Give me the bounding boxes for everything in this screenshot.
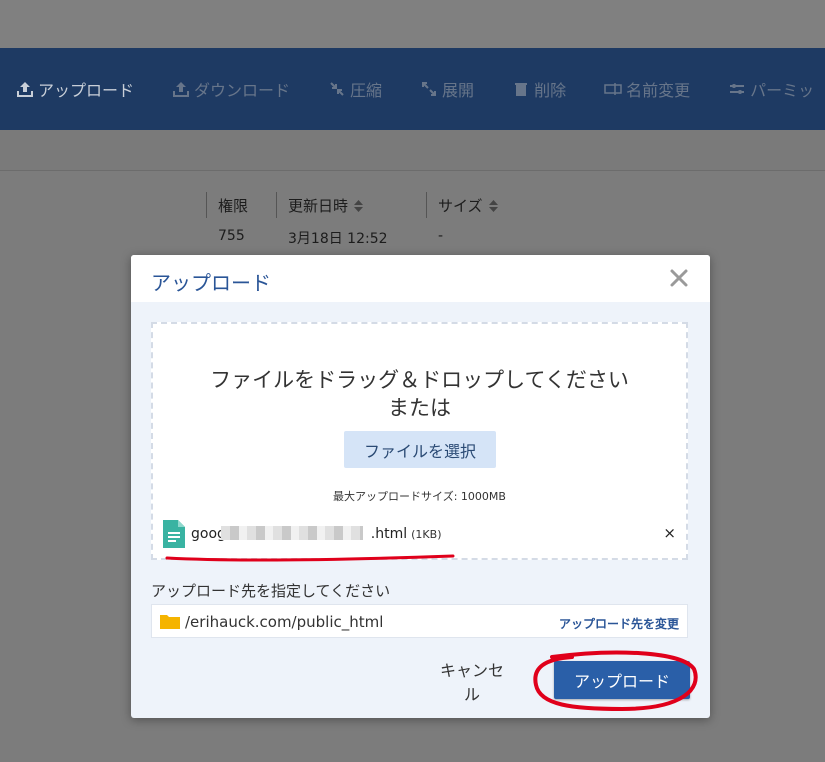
sort-icon <box>488 199 498 212</box>
column-header-size-label: サイズ <box>438 197 483 215</box>
toolbar-upload[interactable]: アップロード <box>16 77 134 101</box>
select-file-button[interactable]: ファイルを選択 <box>344 431 496 468</box>
toolbar-expand-label: 展開 <box>442 81 475 100</box>
upload-icon <box>17 82 33 97</box>
destination-box: /erihauck.com/public_html アップロード先を変更 <box>151 604 688 638</box>
column-separator <box>276 192 277 218</box>
toolbar-download[interactable]: ダウンロード <box>172 77 290 101</box>
max-upload-size: 最大アップロードサイズ: 1000MB <box>333 490 506 503</box>
expand-icon <box>422 82 437 96</box>
column-separator <box>426 192 427 218</box>
toolbar-compress-label: 圧縮 <box>350 81 383 100</box>
red-underline-annotation <box>165 554 455 562</box>
dropzone[interactable]: ファイルをドラッグ＆ドロップしてください または ファイルを選択 最大アップロー… <box>151 322 688 562</box>
column-header-permission[interactable]: 権限 <box>218 195 248 216</box>
cell-permission: 755 <box>218 228 245 244</box>
column-header-updated-label: 更新日時 <box>288 197 349 215</box>
column-header-updated[interactable]: 更新日時 <box>288 195 364 216</box>
blurred-filename-mask <box>221 526 363 540</box>
remove-file-icon[interactable]: × <box>663 524 676 542</box>
toolbar-delete[interactable]: 削除 <box>512 77 566 101</box>
permission-icon <box>730 84 745 94</box>
destination-path: /erihauck.com/public_html <box>185 613 384 631</box>
rename-icon <box>604 83 622 95</box>
column-header-size[interactable]: サイズ <box>438 195 498 216</box>
dropzone-or: または <box>388 396 451 420</box>
toolbar-download-label: ダウンロード <box>194 81 291 100</box>
toolbar-expand[interactable]: 展開 <box>420 77 474 101</box>
cell-size: - <box>438 228 444 244</box>
file-icon <box>163 520 185 548</box>
modal-title: アップロード <box>151 271 271 295</box>
file-size: (1KB) <box>411 528 442 541</box>
upload-button[interactable]: アップロード <box>554 661 690 699</box>
compress-icon <box>330 82 344 96</box>
toolbar-delete-label: 削除 <box>534 81 567 100</box>
change-destination-link[interactable]: アップロード先を変更 <box>559 615 679 632</box>
close-icon[interactable] <box>666 265 692 291</box>
dropzone-instruction: ファイルをドラッグ＆ドロップしてください <box>210 368 629 392</box>
toolbar-upload-label: アップロード <box>38 81 135 100</box>
column-header-permission-label: 権限 <box>218 197 249 215</box>
toolbar: アップロード ダウンロード 圧縮 展開 削除 名前変更 パーミッ <box>0 48 825 130</box>
toolbar-rename[interactable]: 名前変更 <box>604 77 690 101</box>
column-separator <box>206 192 207 218</box>
toolbar-rename-label: 名前変更 <box>626 81 691 100</box>
toolbar-permission-label: パーミッ <box>750 81 815 100</box>
trash-icon <box>515 83 528 96</box>
folder-icon <box>160 615 180 629</box>
file-name-suffix: .html <box>370 526 408 542</box>
cell-updated: 3月18日 12:52 <box>288 231 388 247</box>
upload-modal: アップロード ファイルをドラッグ＆ドロップしてください または ファイルを選択 … <box>131 255 710 718</box>
top-bar <box>0 0 825 48</box>
cancel-button[interactable]: キャンセル <box>427 663 517 704</box>
toolbar-permission[interactable]: パーミッ <box>728 77 814 101</box>
sub-bar <box>0 130 825 171</box>
toolbar-compress[interactable]: 圧縮 <box>328 77 382 101</box>
destination-label: アップロード先を指定してください <box>151 582 391 600</box>
sort-icon <box>354 199 364 212</box>
selected-file-row: googl .html (1KB) × <box>163 520 678 562</box>
download-icon <box>173 82 190 97</box>
modal-header: アップロード <box>131 255 710 302</box>
